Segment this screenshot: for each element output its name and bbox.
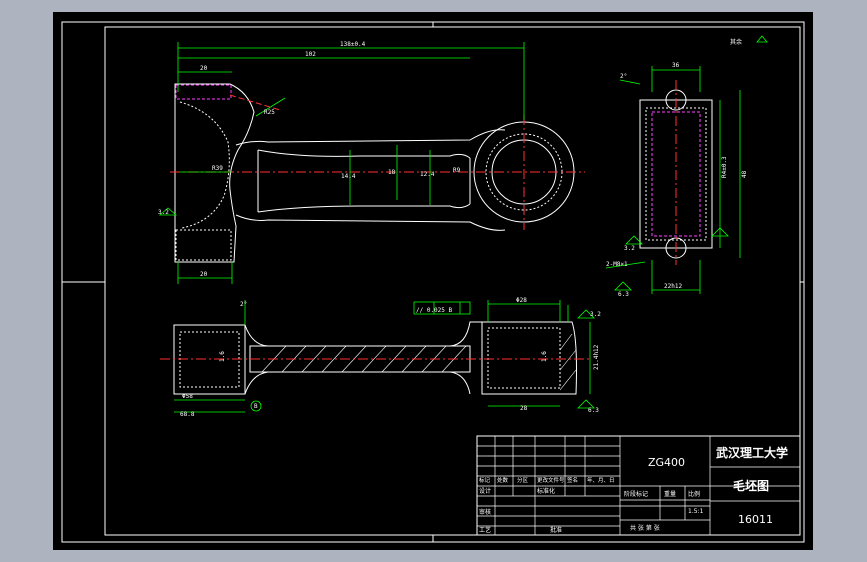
side-view: 36 R4±0.3 48 22h12 2° 3.2 2-M8×1 6.3 其余 [605, 35, 768, 298]
dim-rough-left: 3.2 [158, 209, 169, 216]
dim-r39: R39 [212, 165, 223, 172]
shank-outline [235, 129, 506, 231]
dim-taper-sec: 2° [240, 301, 247, 308]
big-end-lower-hatch [175, 229, 232, 261]
big-end-outline [174, 83, 255, 263]
dim-side-height-a: R4±0.3 [721, 156, 728, 178]
section-dimension-lines [174, 300, 595, 413]
dim-taper-top: 2° [620, 73, 627, 80]
dim-sec-left-1: 1.6 [219, 351, 226, 362]
main-dimension-lines [158, 42, 525, 284]
section-hatching [261, 333, 577, 391]
row-header-2: 处数 [497, 476, 509, 484]
title-block: ZG400 武汉理工大学 毛坯图 16011 1.5:1 标记 处数 分区 更改… [476, 435, 801, 536]
dim-shank-c: 12.4 [420, 171, 435, 178]
scale-label: 比例 [688, 490, 700, 498]
dim-sec-right-1: 3.2 [590, 311, 601, 318]
section-right-hatch [487, 327, 561, 389]
centerline-arc [229, 94, 281, 111]
dim-side-bottom: 22h12 [664, 283, 682, 290]
dim-rough-right-3: 6.3 [618, 291, 629, 298]
dim-r25: R25 [264, 109, 275, 116]
dim-sec-right: 21.4h12 [593, 344, 600, 370]
dim-shank-a: 14.4 [341, 173, 356, 180]
standard-label: 标准化 [537, 487, 555, 495]
row-header-4: 更改文件号 [537, 476, 565, 484]
dim-sec-left-3: 68.8 [180, 411, 195, 418]
row-header-1: 标记 [479, 476, 491, 484]
review-label: 审核 [479, 508, 491, 516]
drawing-no: 16011 [738, 513, 773, 526]
sheet-info: 共 张 第 张 [630, 524, 660, 532]
dim-sec-bottom: 28 [520, 405, 528, 412]
dim-rough-right-2: 2-M8×1 [606, 261, 628, 268]
dim-side-top-width: 36 [672, 62, 680, 69]
dim-small-end-width-top: 20 [200, 65, 208, 72]
magenta-hidden-top [175, 84, 232, 100]
dim-overall-length: 138±0.4 [340, 41, 366, 48]
approve-label: 批准 [550, 526, 562, 534]
shank-inner [257, 149, 471, 213]
drawing-name: 毛坯图 [733, 478, 769, 493]
roughness-note: 其余 [730, 38, 742, 46]
scale: 1.5:1 [688, 508, 704, 515]
cad-drawing: 138±0.4 102 20 20 R25 R39 3.2 14.4 18 12… [61, 21, 805, 543]
side-dimension-lines [605, 35, 768, 294]
section-view: // 0.025 B Φ28 21.4h12 1.6 Φ58 68.8 3.2 … [160, 297, 601, 418]
datum-label: B [254, 403, 258, 410]
inner-frame [104, 26, 801, 536]
row-header-3: 分区 [517, 476, 529, 484]
process-label: 工艺 [479, 526, 491, 534]
dim-center-distance: 102 [305, 51, 316, 58]
row-header-5: 签名 [567, 476, 578, 484]
dim-sec-right-2: 1.6 [541, 351, 548, 362]
tol-frame: // 0.025 B [416, 307, 453, 314]
cad-viewport[interactable]: 138±0.4 102 20 20 R25 R39 3.2 14.4 18 12… [0, 0, 867, 562]
weight-label: 重量 [664, 490, 676, 498]
school-name: 武汉理工大学 [716, 445, 788, 460]
dim-rough-right-1: 3.2 [624, 245, 635, 252]
dim-sec-rough: 6.3 [588, 407, 599, 414]
dim-side-height-b: 48 [741, 170, 748, 178]
design-label: 设计 [479, 487, 491, 495]
dim-r9: R9 [453, 167, 461, 174]
main-view: 138±0.4 102 20 20 R25 R39 3.2 14.4 18 12… [158, 41, 585, 284]
dim-shank-b: 18 [388, 169, 396, 176]
row-header-6: 年、月、日 [587, 476, 615, 484]
dim-sec-left-2: Φ58 [182, 393, 193, 400]
stage-label: 阶段标记 [624, 490, 648, 498]
dim-small-end-width-bottom: 20 [200, 271, 208, 278]
section-outline-bottom [174, 371, 471, 395]
material: ZG400 [648, 456, 685, 469]
dim-sec-top: Φ28 [516, 297, 527, 304]
